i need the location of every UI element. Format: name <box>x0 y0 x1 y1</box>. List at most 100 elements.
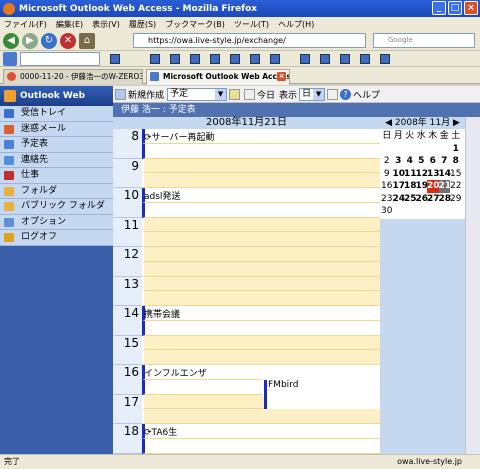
vertical-scrollbar[interactable] <box>465 117 480 454</box>
bookmark-icon[interactable] <box>190 54 200 64</box>
maximize-button[interactable]: □ <box>448 1 462 15</box>
time-slot[interactable] <box>142 143 380 159</box>
new-item-icon[interactable] <box>115 88 126 100</box>
bookmark-icon[interactable] <box>340 54 350 64</box>
bookmark-icon[interactable] <box>300 54 310 64</box>
day-cell[interactable]: 3 <box>393 155 405 168</box>
sidebar-item-inbox[interactable]: 受信トレイ <box>0 106 113 122</box>
day-cell[interactable]: 15 <box>450 168 462 181</box>
day-cell[interactable] <box>393 205 405 218</box>
time-slot[interactable] <box>142 438 380 454</box>
time-slot[interactable] <box>142 173 380 188</box>
sidebar-item-options[interactable]: オプション <box>0 214 113 230</box>
today-button[interactable]: 今日 <box>257 88 275 101</box>
refresh-icon[interactable] <box>327 88 339 100</box>
time-slot[interactable] <box>142 261 380 277</box>
calendar-event[interactable]: 携帯会議 <box>144 307 180 320</box>
day-cell[interactable]: 14 <box>439 168 452 181</box>
bookmark-icon[interactable] <box>380 54 390 64</box>
day-cell[interactable]: 4 <box>404 155 416 168</box>
day-cell[interactable]: 24 <box>393 193 406 206</box>
day-cell[interactable]: 2 <box>381 155 393 168</box>
day-cell[interactable] <box>427 143 439 156</box>
day-cell[interactable]: 30 <box>381 205 393 218</box>
time-slot[interactable] <box>142 320 380 336</box>
day-cell[interactable]: 11 <box>404 168 417 181</box>
bookmark-icon[interactable] <box>170 54 180 64</box>
day-cell[interactable]: 19 <box>416 180 429 193</box>
bookmark-icon[interactable] <box>150 54 160 64</box>
day-cell[interactable] <box>416 205 428 218</box>
day-cell[interactable]: 5 <box>416 155 428 168</box>
bookmark-icon[interactable] <box>110 54 120 64</box>
day-cell[interactable]: 23 <box>381 193 393 206</box>
bookmark-icon[interactable] <box>320 54 330 64</box>
time-slot[interactable] <box>142 232 380 247</box>
time-slot[interactable] <box>142 335 380 351</box>
sidebar-item-calendar[interactable]: 予定表 <box>0 137 113 153</box>
next-month-icon[interactable]: ▶ <box>453 118 460 128</box>
stop-icon[interactable]: ✕ <box>60 32 76 49</box>
time-slot[interactable] <box>142 202 380 218</box>
day-cell[interactable]: 9 <box>381 168 393 181</box>
new-label[interactable]: 新規作成 <box>128 88 164 101</box>
sidebar-item-contacts[interactable]: 連絡先 <box>0 152 113 168</box>
day-cell[interactable]: 8 <box>450 155 462 168</box>
sidebar-item-junk-mail[interactable]: 迷惑メール <box>0 121 113 137</box>
day-cell[interactable] <box>416 143 428 156</box>
day-cell[interactable]: 26 <box>416 193 429 206</box>
day-cell[interactable]: 18 <box>404 180 417 193</box>
minimize-button[interactable]: _ <box>432 1 446 15</box>
tab-outlook-web-access[interactable]: Microsoft Outlook Web Access × <box>146 69 290 85</box>
day-cell[interactable] <box>404 205 416 218</box>
help-button[interactable]: ヘルプ <box>353 88 380 101</box>
time-slot[interactable] <box>142 350 380 365</box>
help-icon[interactable]: ? <box>340 88 352 100</box>
bookmark-icon[interactable] <box>250 54 260 64</box>
back-icon[interactable]: ◀ <box>3 32 19 49</box>
bookmark-icon[interactable] <box>270 54 280 64</box>
time-slot[interactable] <box>142 379 262 395</box>
day-cell[interactable] <box>439 205 451 218</box>
day-cell[interactable]: 16 <box>381 180 393 193</box>
bookmark-dropdown[interactable] <box>20 52 100 66</box>
calendar-event[interactable]: FMbird <box>264 380 380 409</box>
time-slot[interactable] <box>142 158 380 174</box>
day-cell[interactable]: 10 <box>393 168 406 181</box>
print-icon[interactable] <box>244 88 256 100</box>
home-icon[interactable]: ⌂ <box>79 32 95 49</box>
url-bar[interactable]: https://owa.live-style.jp/exchange/ <box>133 33 366 48</box>
time-slot[interactable] <box>142 424 380 439</box>
move-icon[interactable] <box>229 88 241 100</box>
time-slot[interactable] <box>142 247 380 262</box>
day-cell[interactable] <box>404 143 416 156</box>
time-slot[interactable] <box>142 276 380 292</box>
close-button[interactable]: × <box>464 1 478 15</box>
calendar-event[interactable]: ⟳サーバー再起動 <box>144 130 214 143</box>
day-cell-selected[interactable]: 20 <box>427 180 440 193</box>
day-cell[interactable]: 1 <box>450 143 462 156</box>
sidebar-item-public-folders[interactable]: パブリック フォルダ <box>0 199 113 215</box>
day-cell-today[interactable]: 21 <box>438 180 451 193</box>
day-cell[interactable]: 25 <box>404 193 417 206</box>
menu-view[interactable]: 表示(V) <box>92 19 120 30</box>
time-slot[interactable] <box>142 291 380 306</box>
sidebar-item-folders[interactable]: フォルダ <box>0 183 113 199</box>
menu-file[interactable]: ファイル(F) <box>4 19 47 30</box>
day-cell[interactable]: 28 <box>439 193 452 206</box>
prev-month-icon[interactable]: ◀ <box>385 118 392 128</box>
time-slot[interactable] <box>142 409 380 424</box>
reload-icon[interactable]: ↻ <box>41 32 57 49</box>
menu-help[interactable]: ヘルプ(H) <box>278 19 314 30</box>
day-cell[interactable]: 22 <box>450 180 462 193</box>
day-cell[interactable]: 17 <box>393 180 406 193</box>
new-type-select[interactable]: 予定 ▼ <box>167 87 228 101</box>
calendar-event[interactable]: ⟳TA6生 <box>144 425 177 438</box>
day-cell[interactable]: 27 <box>427 193 440 206</box>
menu-history[interactable]: 履歴(S) <box>129 19 156 30</box>
day-cell[interactable]: 6 <box>427 155 439 168</box>
bookmark-menu-icon[interactable] <box>3 52 17 66</box>
day-cell[interactable] <box>439 143 451 156</box>
menu-tools[interactable]: ツール(T) <box>234 19 269 30</box>
day-cell[interactable] <box>427 205 439 218</box>
